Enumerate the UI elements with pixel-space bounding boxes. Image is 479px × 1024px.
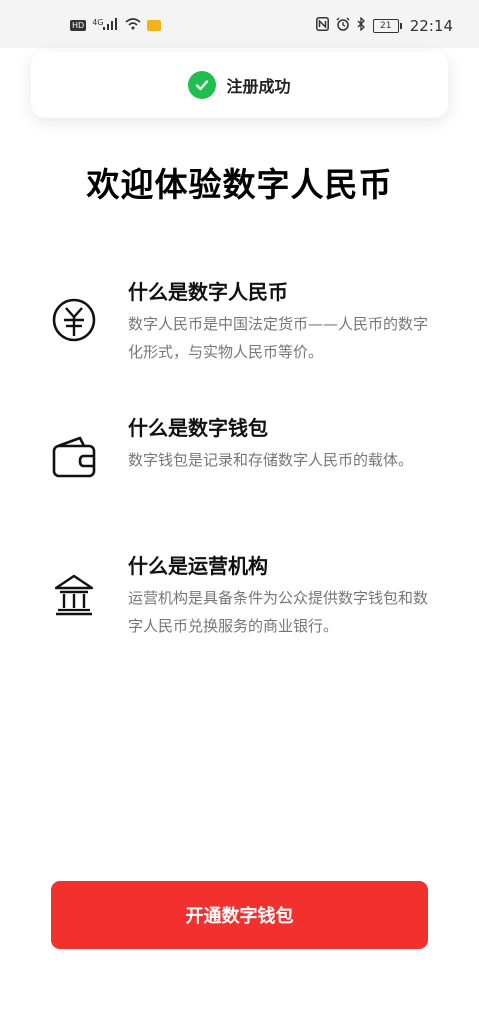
- network-type: 4G: [92, 18, 104, 27]
- message-icon: [146, 20, 161, 31]
- toast-message: 注册成功: [226, 76, 291, 96]
- page: HD 4G 21 22:14 注册成功 欢迎体验数字人民币 什么是数字人民币 数…: [0, 0, 479, 1024]
- section-title: 什么是运营机构: [128, 554, 268, 578]
- status-bar: HD 4G 21 22:14: [0, 0, 479, 48]
- rmb-coin-icon: [50, 296, 98, 344]
- clock: 22:14: [409, 17, 453, 35]
- section-description: 数字人民币是中国法定货币——人民币的数字化形式，与实物人民币等价。: [128, 315, 429, 361]
- status-right: 21 22:14: [315, 16, 453, 35]
- success-toast: 注册成功: [31, 51, 448, 118]
- signal-icon: 4G: [92, 18, 118, 33]
- status-left: HD 4G: [70, 18, 161, 33]
- open-wallet-button[interactable]: 开通数字钱包: [51, 881, 428, 949]
- bluetooth-icon: [357, 16, 366, 35]
- check-circle-icon: [188, 70, 217, 99]
- page-title: 欢迎体验数字人民币: [86, 165, 393, 204]
- hd-badge: HD: [70, 20, 87, 31]
- alarm-icon: [336, 17, 350, 35]
- section-description: 数字钱包是记录和存储数字人民币的载体。: [128, 451, 414, 469]
- bank-icon: [50, 572, 98, 620]
- wallet-icon: [50, 434, 98, 482]
- wifi-icon: [125, 18, 141, 33]
- battery-icon: 21: [372, 19, 402, 33]
- section-title: 什么是数字钱包: [128, 416, 268, 440]
- section-description: 运营机构是具备条件为公众提供数字钱包和数字人民币兑换服务的商业银行。: [128, 589, 429, 635]
- section-title: 什么是数字人民币: [128, 280, 288, 304]
- nfc-icon: [315, 17, 329, 35]
